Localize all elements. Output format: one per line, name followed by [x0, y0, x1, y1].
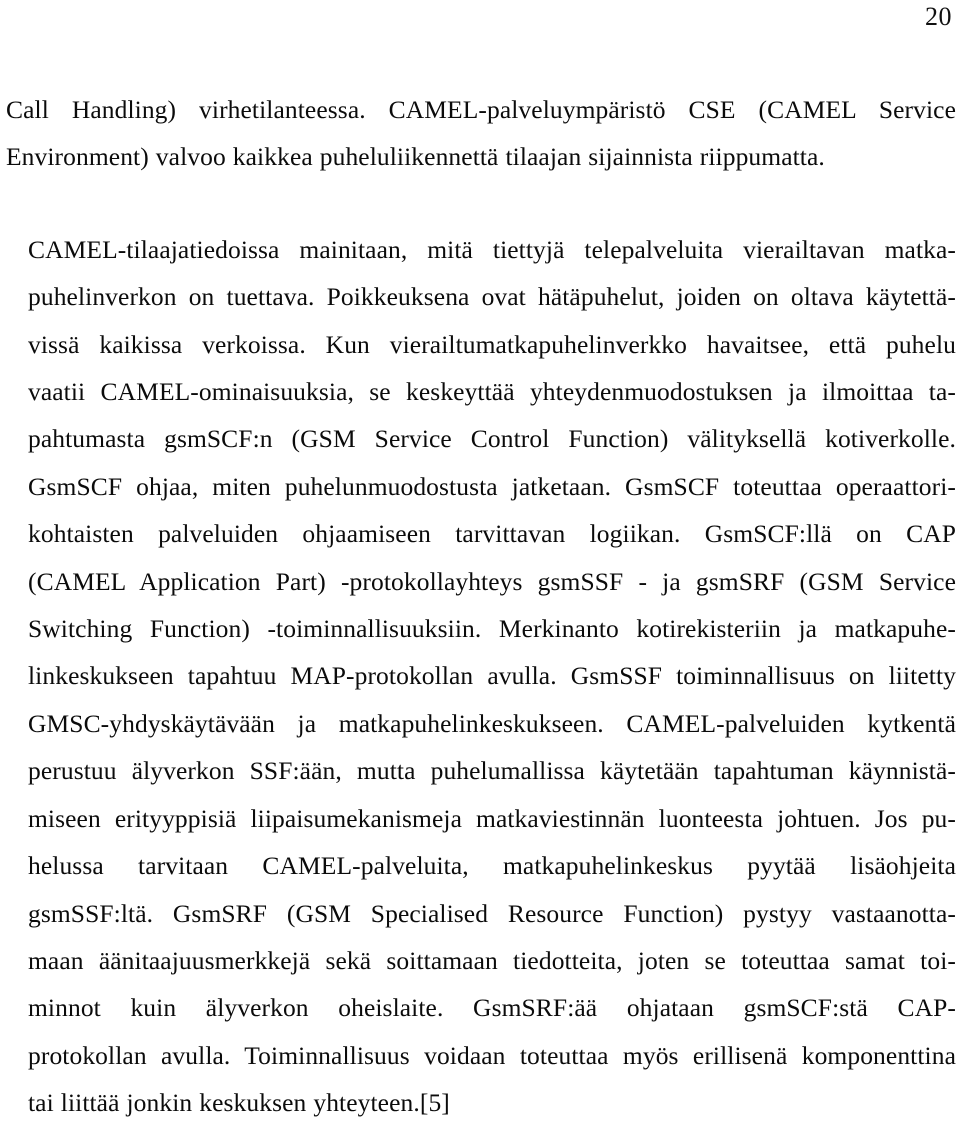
text-line: puhelinverkon on tuettava. Poikkeuksena … — [28, 282, 956, 312]
text-line: protokollan avulla. Toiminnallisuus void… — [28, 1040, 956, 1070]
text-line: miseen erityyppisiä liipaisumekanismeja … — [28, 803, 956, 833]
page-number: 20 — [925, 2, 952, 31]
text-line: Environment) valvoo kaikkea puheluliiken… — [6, 142, 825, 172]
text-line: helussa tarvitaan CAMEL-palveluita, matk… — [28, 851, 956, 881]
text-line: minnot kuin älyverkon oheislaite. GsmSRF… — [28, 993, 956, 1023]
text-line: (CAMEL Application Part) -protokollayhte… — [28, 566, 956, 596]
page-body: Call Handling) virhetilanteessa. CAMEL-p… — [6, 86, 956, 1127]
text-line: perustuu älyverkon SSF:ään, mutta puhelu… — [28, 756, 956, 786]
document-page: 20 Call Handling) virhetilanteessa. CAME… — [0, 0, 960, 1139]
text-line: vaatii CAMEL-ominaisuuksia, se keskeyttä… — [28, 377, 956, 407]
text-line: maan äänitaajuusmerkkejä sekä soittamaan… — [28, 945, 956, 975]
paragraph-2: CAMEL-tilaajatiedoissa mainitaan, mitä t… — [6, 226, 956, 1127]
text-line: Switching Function) -toiminnallisuuksiin… — [28, 614, 956, 644]
text-line: kohtaisten palveluiden ohjaamiseen tarvi… — [28, 519, 956, 549]
text-line: Call Handling) virhetilanteessa. CAMEL-p… — [6, 95, 956, 124]
text-line: GMSC-yhdyskäytävään ja matkapuhelinkesku… — [28, 708, 956, 738]
text-line: linkeskukseen tapahtuu MAP-protokollan a… — [28, 661, 956, 691]
text-line: tai liittää jonkin keskuksen yhteyteen.[… — [28, 1088, 450, 1118]
text-line: gsmSSF:ltä. GsmSRF (GSM Specialised Reso… — [28, 898, 956, 928]
text-line: CAMEL-tilaajatiedoissa mainitaan, mitä t… — [28, 234, 956, 264]
text-line: GsmSCF ohjaa, miten puhelunmuodostusta j… — [28, 471, 956, 501]
text-line: vissä kaikissa verkoissa. Kun vierailtum… — [28, 329, 956, 359]
text-line: pahtumasta gsmSCF:n (GSM Service Control… — [28, 424, 956, 454]
paragraph-1: Call Handling) virhetilanteessa. CAMEL-p… — [6, 86, 956, 181]
